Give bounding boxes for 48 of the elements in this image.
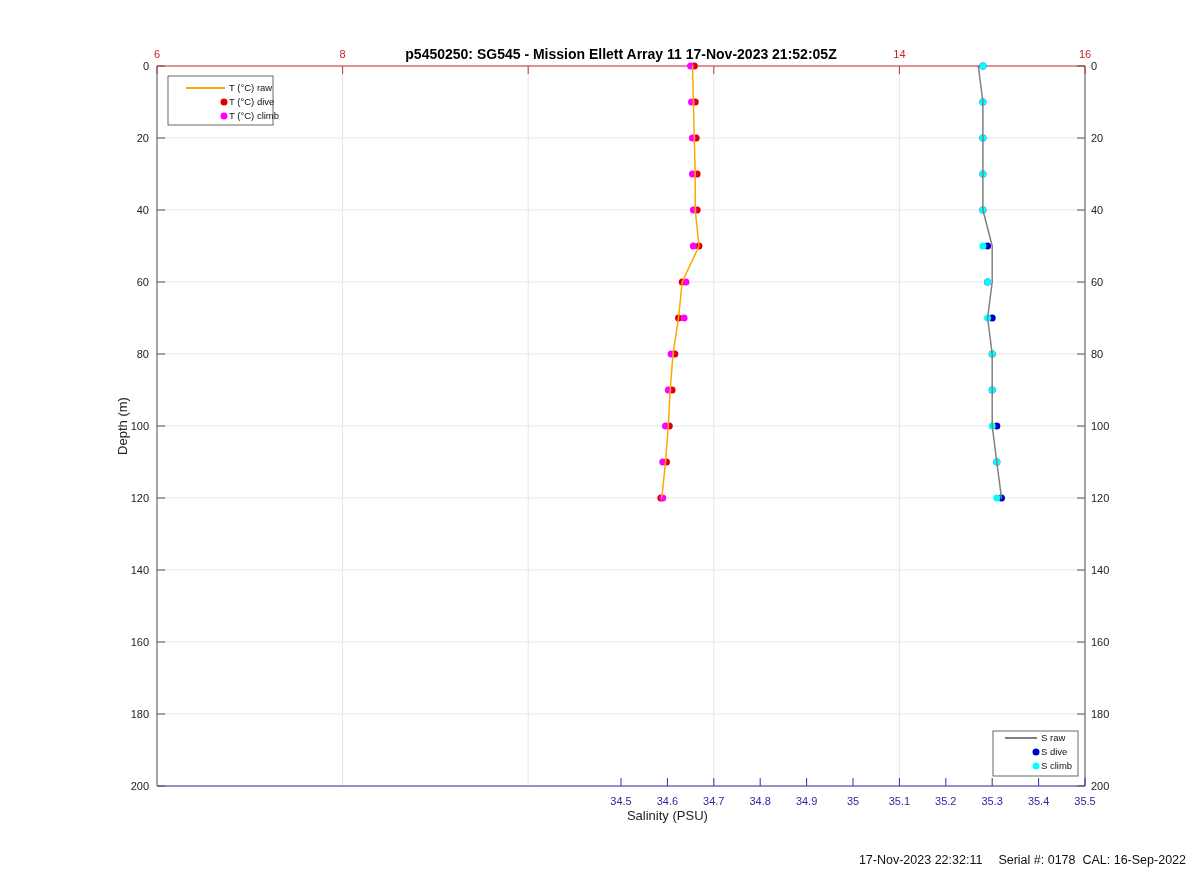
chart-title: p5450250: SG545 - Mission Ellett Array 11 17-Nov-2023 21:52:05Z <box>405 46 837 62</box>
axis-tick-label: 0 <box>1091 60 1098 72</box>
axis-tick-label: 140 <box>1091 564 1110 576</box>
axis-tick-label: 34.5 <box>610 795 632 807</box>
y-axis-title: Depth (m) <box>115 397 130 455</box>
axis-tick-label: 16 <box>1078 48 1092 60</box>
legend-label: T (°C) dive <box>229 96 275 107</box>
axis-tick-label: 200 <box>130 780 149 792</box>
axis-tick-label: 34.8 <box>749 795 771 807</box>
axis-tick-label: 200 <box>1091 780 1110 792</box>
calibration-text: Serial #: 0178 CAL: 16-Sep-2022 <box>998 853 1186 867</box>
axis-tick-label: 40 <box>1091 204 1104 216</box>
axis-tick-label: 160 <box>130 636 149 648</box>
axis-tick-label: 160 <box>1091 636 1110 648</box>
legend-label: T (°C) climb <box>229 110 280 121</box>
legend-label: S dive <box>1041 746 1068 757</box>
axis-tick-label: 60 <box>1091 276 1104 288</box>
axis-tick-label: 20 <box>1091 132 1104 144</box>
axis-tick-label: 120 <box>1091 492 1110 504</box>
axis-tick-label: 35 <box>846 795 860 807</box>
legend-label: S climb <box>1041 760 1073 771</box>
axis-tick-label: 100 <box>1091 420 1110 432</box>
axis-tick-label: 180 <box>130 708 149 720</box>
axis-tick-label: 35.1 <box>888 795 911 807</box>
axis-tick-label: 140 <box>130 564 149 576</box>
legend-label: T (°C) raw <box>229 82 273 93</box>
axis-tick-label: 34.7 <box>703 795 725 807</box>
axis-tick-label: 60 <box>136 276 149 288</box>
axis-tick-label: 8 <box>339 48 346 60</box>
axis-tick-label: 6 <box>153 48 161 60</box>
legend-label: S raw <box>1041 732 1066 743</box>
axis-tick-label: 100 <box>130 420 149 432</box>
axis-tick-label: 14 <box>893 48 906 60</box>
axis-tick-label: 34.6 <box>656 795 679 807</box>
axis-tick-label: 35.2 <box>935 795 957 807</box>
axis-tick-label: 120 <box>130 492 149 504</box>
axis-tick-label: 180 <box>1091 708 1110 720</box>
axis-tick-label: 0 <box>142 60 149 72</box>
axis-tick-label: 80 <box>1091 348 1104 360</box>
timestamp-text: 17-Nov-2023 22:32:11 <box>858 853 983 867</box>
axis-tick-label: 35.3 <box>981 795 1003 807</box>
axis-tick-label: 40 <box>136 204 149 216</box>
axis-tick-label: 80 <box>136 348 149 360</box>
axis-tick-label: 35.4 <box>1027 795 1050 807</box>
axis-tick-label: 34.9 <box>795 795 818 807</box>
x-axis-title: Salinity (PSU) <box>626 808 708 823</box>
axis-tick-label: 20 <box>136 132 149 144</box>
axis-tick-label: 35.5 <box>1074 795 1096 807</box>
